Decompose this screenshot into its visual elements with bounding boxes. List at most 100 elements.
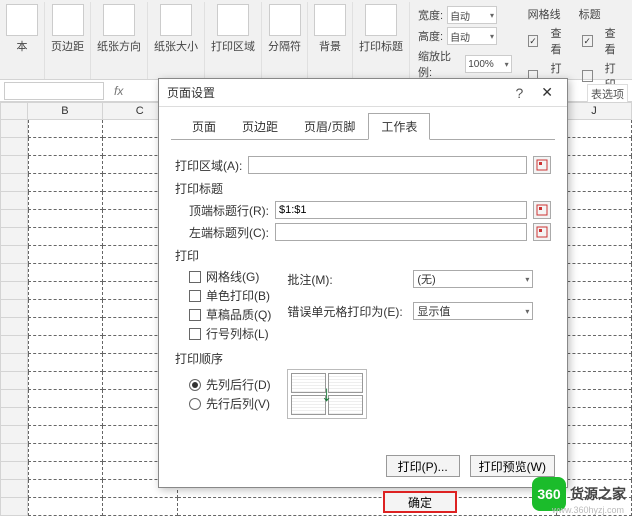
print-button[interactable]: 打印(P)... — [386, 455, 460, 477]
scale-spinner[interactable]: 100%▾ — [465, 55, 511, 73]
cell[interactable] — [557, 408, 632, 426]
cell[interactable] — [557, 444, 632, 462]
name-box[interactable] — [4, 82, 104, 100]
row-header[interactable] — [0, 120, 28, 138]
row-header[interactable] — [0, 336, 28, 354]
cell[interactable] — [557, 120, 632, 138]
row-header[interactable] — [0, 480, 28, 498]
row-header[interactable] — [0, 498, 28, 516]
ribbon-group-background[interactable]: 背景 — [308, 2, 353, 79]
cell[interactable] — [28, 156, 103, 174]
col-header[interactable]: J — [557, 102, 632, 120]
ribbon-group-margins[interactable]: 页边距 — [45, 2, 91, 79]
cell[interactable] — [28, 264, 103, 282]
cell[interactable] — [557, 282, 632, 300]
headings-print-checkbox[interactable] — [582, 70, 593, 82]
tab-page[interactable]: 页面 — [179, 113, 229, 140]
cell[interactable] — [557, 138, 632, 156]
cell[interactable] — [557, 300, 632, 318]
cell[interactable] — [28, 426, 103, 444]
ribbon-group-print-titles[interactable]: 打印标题 — [353, 2, 410, 79]
cell[interactable] — [28, 192, 103, 210]
cell[interactable] — [28, 138, 103, 156]
cell[interactable] — [557, 192, 632, 210]
cell[interactable] — [557, 228, 632, 246]
row-header[interactable] — [0, 192, 28, 210]
cell[interactable] — [557, 318, 632, 336]
ribbon-group-breaks[interactable]: 分隔符 — [262, 2, 308, 79]
cell[interactable] — [28, 300, 103, 318]
cell[interactable] — [557, 264, 632, 282]
ribbon-group-orientation[interactable]: 纸张方向 — [91, 2, 148, 79]
cell[interactable] — [28, 444, 103, 462]
row-header[interactable] — [0, 408, 28, 426]
row-header[interactable] — [0, 354, 28, 372]
cell[interactable] — [557, 354, 632, 372]
cell[interactable] — [28, 246, 103, 264]
ok-button[interactable]: 确定 — [383, 491, 457, 513]
row-header[interactable] — [0, 264, 28, 282]
left-cols-input[interactable] — [275, 223, 527, 241]
height-combo[interactable]: 自动▾ — [447, 27, 497, 45]
tab-sheet[interactable]: 工作表 — [368, 113, 430, 140]
cell[interactable] — [28, 354, 103, 372]
row-header[interactable] — [0, 300, 28, 318]
cell[interactable] — [28, 210, 103, 228]
comments-combo[interactable]: (无)▾ — [413, 270, 533, 288]
row-header[interactable] — [0, 246, 28, 264]
cell[interactable] — [28, 228, 103, 246]
print-preview-button[interactable]: 打印预览(W) — [470, 455, 555, 477]
left-cols-range-picker[interactable] — [533, 223, 551, 241]
errors-combo[interactable]: 显示值▾ — [413, 302, 533, 320]
ribbon-icon[interactable] — [6, 4, 38, 36]
cell[interactable] — [557, 156, 632, 174]
gridlines-checkbox[interactable] — [189, 271, 201, 283]
close-button[interactable]: ✕ — [535, 84, 559, 101]
top-rows-range-picker[interactable] — [533, 201, 551, 219]
cell[interactable] — [557, 390, 632, 408]
cell[interactable] — [28, 120, 103, 138]
rc-headings-checkbox[interactable] — [189, 328, 201, 340]
top-rows-input[interactable] — [275, 201, 527, 219]
cell[interactable] — [557, 336, 632, 354]
cell[interactable] — [557, 210, 632, 228]
print-area-input[interactable] — [248, 156, 527, 174]
headings-view-checkbox[interactable]: ✓ — [582, 35, 593, 47]
cell[interactable] — [557, 174, 632, 192]
draft-checkbox[interactable] — [189, 309, 201, 321]
fx-icon[interactable]: fx — [114, 84, 123, 98]
row-header[interactable] — [0, 174, 28, 192]
over-then-down-radio[interactable] — [189, 398, 201, 410]
table-options-button[interactable]: 表选项 — [587, 84, 628, 104]
width-combo[interactable]: 自动▾ — [447, 6, 497, 24]
print-area-range-picker[interactable] — [533, 156, 551, 174]
tab-header-footer[interactable]: 页眉/页脚 — [291, 113, 368, 140]
ribbon-group-print-area[interactable]: 打印区域 — [205, 2, 262, 79]
cell[interactable] — [28, 498, 103, 516]
ribbon-group-size[interactable]: 纸张大小 — [148, 2, 205, 79]
select-all-corner[interactable] — [0, 102, 28, 120]
row-header[interactable] — [0, 156, 28, 174]
row-header[interactable] — [0, 426, 28, 444]
cell[interactable] — [28, 318, 103, 336]
cell[interactable] — [557, 426, 632, 444]
cell[interactable] — [103, 498, 178, 516]
cell[interactable] — [28, 174, 103, 192]
cell[interactable] — [28, 462, 103, 480]
cell[interactable] — [178, 498, 557, 516]
cell[interactable] — [28, 372, 103, 390]
row-header[interactable] — [0, 228, 28, 246]
down-then-over-radio[interactable] — [189, 379, 201, 391]
cell[interactable] — [28, 282, 103, 300]
tab-margins[interactable]: 页边距 — [229, 113, 291, 140]
cell[interactable] — [28, 390, 103, 408]
cell[interactable] — [28, 408, 103, 426]
bw-checkbox[interactable] — [189, 290, 201, 302]
row-header[interactable] — [0, 282, 28, 300]
cell[interactable] — [557, 372, 632, 390]
help-button[interactable]: ? — [511, 85, 527, 101]
row-header[interactable] — [0, 210, 28, 228]
row-header[interactable] — [0, 390, 28, 408]
row-header[interactable] — [0, 138, 28, 156]
cell[interactable] — [557, 246, 632, 264]
